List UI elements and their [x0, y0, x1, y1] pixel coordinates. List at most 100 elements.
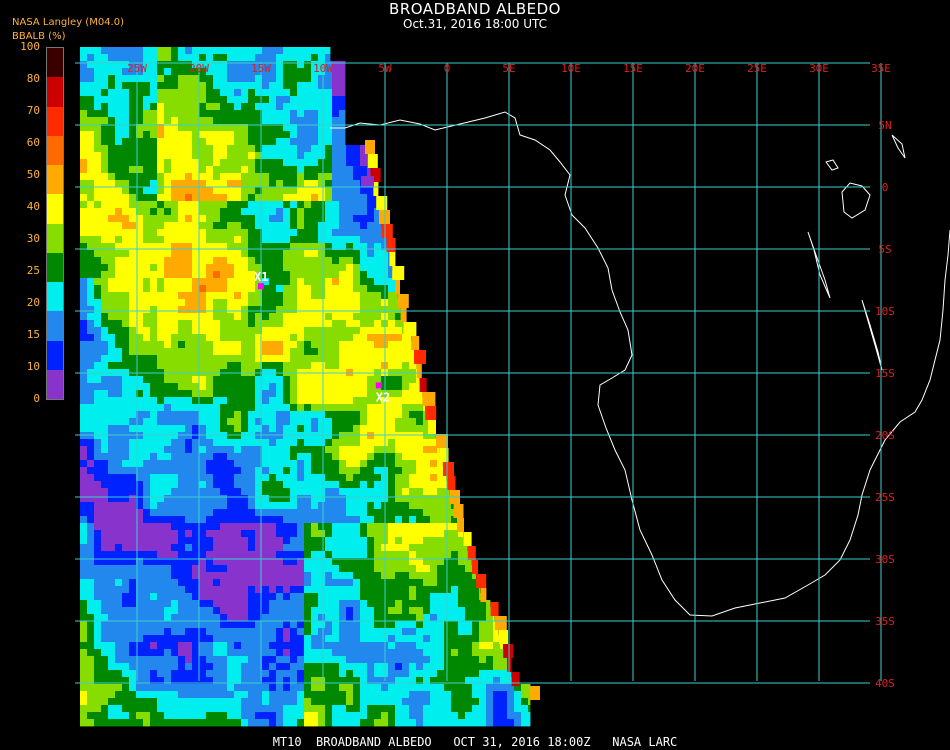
albedo-pixel [234, 264, 242, 272]
albedo-pixel [227, 404, 235, 412]
albedo-pixel [150, 565, 158, 573]
albedo-pixel [409, 705, 417, 713]
albedo-pixel [241, 285, 249, 293]
albedo-pixel [262, 530, 270, 538]
albedo-pixel [129, 502, 137, 510]
albedo-pixel [227, 516, 235, 524]
albedo-pixel [185, 334, 193, 342]
albedo-pixel [416, 579, 424, 587]
albedo-pixel [304, 600, 312, 608]
albedo-pixel [423, 712, 431, 720]
albedo-pixel [318, 607, 326, 615]
albedo-pixel [157, 96, 165, 104]
albedo-pixel [332, 383, 340, 391]
albedo-pixel [80, 271, 88, 279]
albedo-pixel [367, 642, 375, 650]
albedo-pixel [325, 47, 331, 55]
albedo-pixel [171, 334, 179, 342]
albedo-pixel [290, 173, 298, 181]
albedo-pixel [213, 236, 221, 244]
albedo-pixel [227, 341, 235, 349]
albedo-pixel [388, 411, 396, 419]
albedo-pixel [290, 355, 298, 363]
albedo-pixel [283, 89, 291, 97]
albedo-pixel [444, 642, 452, 650]
albedo-pixel [227, 54, 235, 62]
albedo-pixel [297, 614, 305, 622]
albedo-pixel [122, 523, 130, 531]
albedo-pixel [108, 257, 116, 265]
albedo-pixel [339, 579, 347, 587]
albedo-pixel [262, 194, 270, 202]
albedo-pixel [115, 194, 123, 202]
albedo-pixel [213, 229, 221, 237]
albedo-pixel [290, 488, 298, 496]
albedo-pixel [94, 523, 102, 531]
albedo-pixel [213, 572, 221, 580]
albedo-pixel [164, 537, 172, 545]
albedo-pixel [304, 565, 312, 573]
albedo-pixel [213, 642, 221, 650]
albedo-pixel [178, 537, 186, 545]
albedo-pixel [178, 467, 186, 475]
albedo-pixel [94, 698, 102, 706]
albedo-pixel [122, 390, 130, 398]
albedo-pixel [248, 145, 256, 153]
albedo-pixel [150, 250, 158, 258]
albedo-pixel [353, 180, 361, 188]
albedo-pixel [115, 502, 123, 510]
albedo-pixel [213, 306, 221, 314]
albedo-pixel [213, 600, 221, 608]
albedo-pixel [304, 355, 312, 363]
albedo-pixel [164, 502, 172, 510]
albedo-pixel [276, 691, 284, 699]
albedo-pixel [388, 502, 396, 510]
albedo-pixel [234, 362, 242, 370]
albedo-pixel [87, 439, 95, 447]
albedo-pixel [276, 544, 284, 552]
albedo-pixel [395, 481, 403, 489]
albedo-pixel [353, 264, 361, 272]
albedo-pixel [220, 68, 228, 76]
albedo-pixel [115, 474, 123, 482]
albedo-pixel [108, 89, 116, 97]
albedo-pixel [143, 82, 151, 90]
albedo-pixel [122, 222, 130, 230]
albedo-pixel [262, 89, 270, 97]
albedo-pixel [164, 222, 172, 230]
albedo-pixel [129, 166, 137, 174]
albedo-pixel [80, 61, 88, 69]
albedo-pixel [199, 572, 207, 580]
albedo-pixel [290, 572, 298, 580]
albedo-pixel [428, 420, 436, 434]
albedo-pixel [241, 82, 249, 90]
albedo-pixel [262, 705, 270, 713]
albedo-pixel [395, 509, 403, 517]
albedo-pixel [318, 593, 326, 601]
albedo-pixel [164, 299, 172, 307]
albedo-pixel [143, 194, 151, 202]
albedo-pixel [458, 572, 466, 580]
albedo-pixel [451, 600, 459, 608]
albedo-pixel [220, 278, 228, 286]
albedo-pixel [297, 656, 305, 664]
albedo-pixel [318, 397, 326, 405]
albedo-pixel [157, 82, 165, 90]
albedo-pixel [493, 663, 501, 671]
albedo-pixel [409, 572, 417, 580]
albedo-pixel [283, 530, 291, 538]
albedo-pixel [213, 152, 221, 160]
albedo-pixel [234, 684, 242, 692]
albedo-pixel [339, 656, 347, 664]
albedo-pixel [241, 649, 249, 657]
albedo-pixel [360, 292, 368, 300]
albedo-pixel [115, 432, 123, 440]
albedo-pixel [80, 712, 88, 720]
albedo-pixel [178, 614, 186, 622]
albedo-pixel [129, 495, 137, 503]
albedo-pixel [388, 334, 396, 342]
albedo-pixel [143, 593, 151, 601]
albedo-pixel [402, 425, 410, 433]
albedo-pixel [395, 376, 403, 384]
albedo-pixel [248, 110, 256, 118]
